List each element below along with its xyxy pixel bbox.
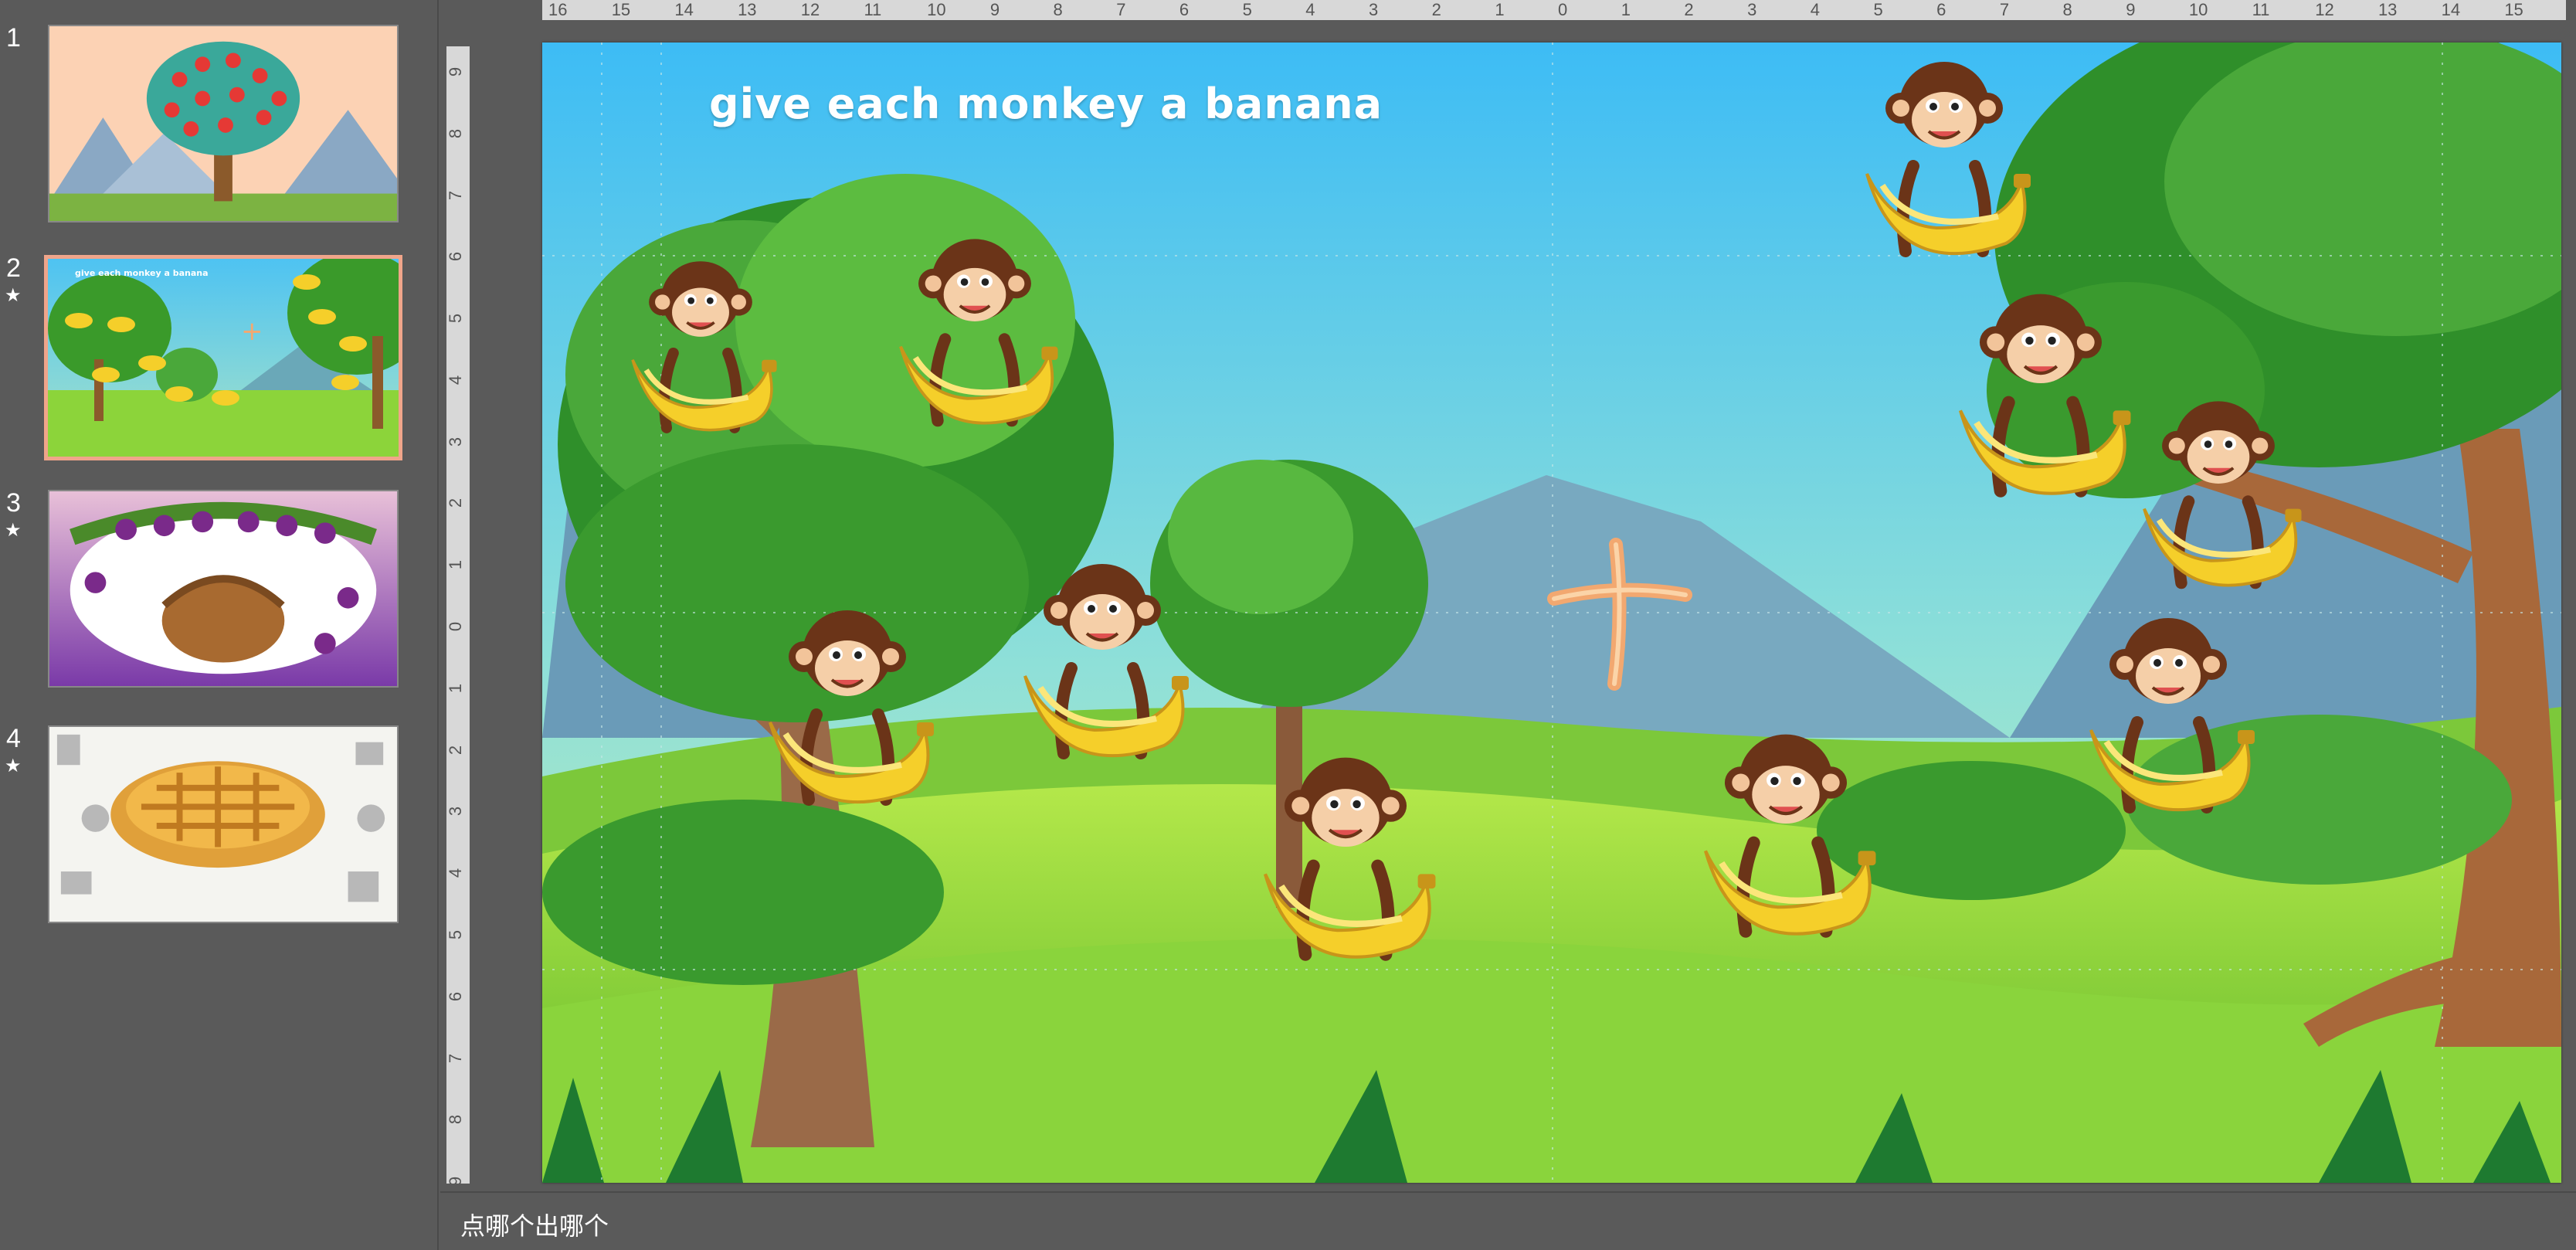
ruler-tick-label: 8 <box>2062 0 2072 19</box>
thumbnail-number: 1 <box>6 23 21 53</box>
slide-thumbnail-4[interactable] <box>48 725 399 923</box>
ruler-tick-label: 9 <box>446 66 466 77</box>
thumbnail-number: 4 <box>6 724 21 753</box>
ruler-tick-label: 15 <box>611 0 631 19</box>
ruler-tick-label: 4 <box>446 375 466 386</box>
monkey-slide-thumbnail-icon: give each monkey a banana + <box>48 259 399 457</box>
plus-sign-icon[interactable] <box>1546 537 1693 691</box>
monkey-with-banana-icon[interactable] <box>2072 606 2265 838</box>
apple-tree-thumbnail-icon <box>49 26 397 221</box>
apple-pie-thumbnail-icon <box>49 727 397 922</box>
ruler-tick-label: 9 <box>989 0 1000 19</box>
ruler-tick-label: 9 <box>2126 0 2136 19</box>
slide-thumbnail-2[interactable]: give each monkey a banana + <box>44 255 402 460</box>
ruler-tick-label: 6 <box>1179 0 1190 19</box>
ruler-tick-label: 12 <box>800 0 820 19</box>
ruler-tick-label: 0 <box>1558 0 1568 19</box>
ruler-tick-label: 6 <box>446 991 466 1001</box>
thumbnail-number: 3 <box>6 488 21 518</box>
thumbnail-number: 2 <box>6 253 21 283</box>
ruler-tick-label: 14 <box>2441 0 2461 19</box>
ruler-tick-label: 8 <box>446 1115 466 1125</box>
monkey-with-banana-icon[interactable] <box>882 228 1067 450</box>
ruler-tick-label: 11 <box>2252 0 2270 19</box>
ruler-tick-label: 10 <box>927 0 946 19</box>
ruler-tick-label: 6 <box>1936 0 1946 19</box>
ruler-tick-label: 1 <box>446 560 466 570</box>
vertical-ruler[interactable]: 9 8 7 6 5 4 3 2 1 0 1 2 3 4 5 6 7 8 9 <box>446 46 470 1184</box>
monkey-with-banana-icon[interactable] <box>751 599 944 831</box>
monkey-with-banana-icon[interactable] <box>1006 552 1199 784</box>
ruler-tick-label: 7 <box>1999 0 2010 19</box>
ruler-tick-label: 2 <box>446 498 466 508</box>
ruler-tick-label: 7 <box>446 1053 466 1063</box>
ruler-tick-label: 13 <box>2377 0 2398 19</box>
svg-text:give each monkey a banana: give each monkey a banana <box>75 268 209 278</box>
ruler-tick-label: 10 <box>2188 0 2208 19</box>
ruler-tick-label: 3 <box>446 807 466 817</box>
ruler-tick-label: 3 <box>446 436 466 447</box>
monkey-with-banana-icon[interactable] <box>1940 282 2141 523</box>
monkey-with-banana-icon[interactable] <box>2126 390 2311 613</box>
slide-title[interactable]: give each monkey a banana <box>709 80 1383 128</box>
ruler-tick-label: 1 <box>446 683 466 693</box>
ruler-tick-label: 0 <box>446 621 466 632</box>
slide-thumbnail-pane[interactable]: 1 2 ★ give each monkey a banana + 3 ★ 4 … <box>0 0 439 1250</box>
ruler-tick-label: 8 <box>1053 0 1063 19</box>
animation-star-icon: ★ <box>5 755 22 776</box>
ruler-tick-label: 5 <box>446 314 466 324</box>
ruler-tick-label: 1 <box>1621 0 1631 19</box>
ruler-tick-label: 2 <box>1684 0 1694 19</box>
ruler-tick-label: 2 <box>446 745 466 755</box>
ruler-tick-label: 13 <box>738 0 757 19</box>
ruler-tick-label: 9 <box>446 1176 466 1184</box>
ruler-tick-label: 7 <box>446 190 466 200</box>
plus-sign-shape <box>1547 538 1692 691</box>
ruler-tick-label: 2 <box>1431 0 1441 19</box>
slide-thumbnail-3[interactable] <box>48 490 399 688</box>
ruler-tick-label: 16 <box>548 0 568 19</box>
ruler-tick-label: 12 <box>2315 0 2334 19</box>
animation-star-icon: ★ <box>5 519 22 541</box>
ruler-tick-label: 5 <box>446 929 466 940</box>
horizontal-ruler[interactable]: 16 15 14 13 12 11 10 9 8 7 6 5 4 3 2 1 0 1 2 3 4 5 6 7 8 9 10 11 12 1… <box>542 0 2566 20</box>
monkey-with-banana-icon[interactable] <box>1245 746 1446 987</box>
ruler-tick-label: 3 <box>1747 0 1757 19</box>
ruler-tick-label: 14 <box>674 0 694 19</box>
speaker-notes-text[interactable]: 点哪个出哪个 <box>460 1207 609 1242</box>
ruler-tick-label: 15 <box>2504 0 2523 19</box>
monkey-with-banana-icon[interactable] <box>616 251 786 455</box>
ruler-tick-label: 8 <box>446 128 466 138</box>
slide-canvas[interactable]: give each monkey a banana <box>542 42 2561 1183</box>
ruler-tick-label: 7 <box>1116 0 1126 19</box>
speaker-notes-pane[interactable]: 点哪个出哪个 <box>440 1191 2576 1250</box>
grape-basket-thumbnail-icon <box>49 491 397 686</box>
ruler-tick-label: 11 <box>864 0 882 19</box>
slide-thumbnail-1[interactable] <box>48 25 399 222</box>
ruler-tick-label: 4 <box>446 868 466 878</box>
svg-text:+: + <box>241 316 263 347</box>
ruler-tick-label: 5 <box>1242 0 1252 19</box>
ruler-tick-label: 4 <box>1810 0 1820 19</box>
animation-star-icon: ★ <box>5 284 22 306</box>
ruler-tick-label: 3 <box>1368 0 1379 19</box>
ruler-tick-label: 1 <box>1495 0 1505 19</box>
monkey-with-banana-icon[interactable] <box>1685 722 1886 963</box>
ruler-tick-label: 5 <box>1873 0 1883 19</box>
ruler-tick-label: 4 <box>1305 0 1315 19</box>
ruler-tick-label: 6 <box>446 252 466 262</box>
monkey-with-banana-icon[interactable] <box>1848 50 2041 282</box>
